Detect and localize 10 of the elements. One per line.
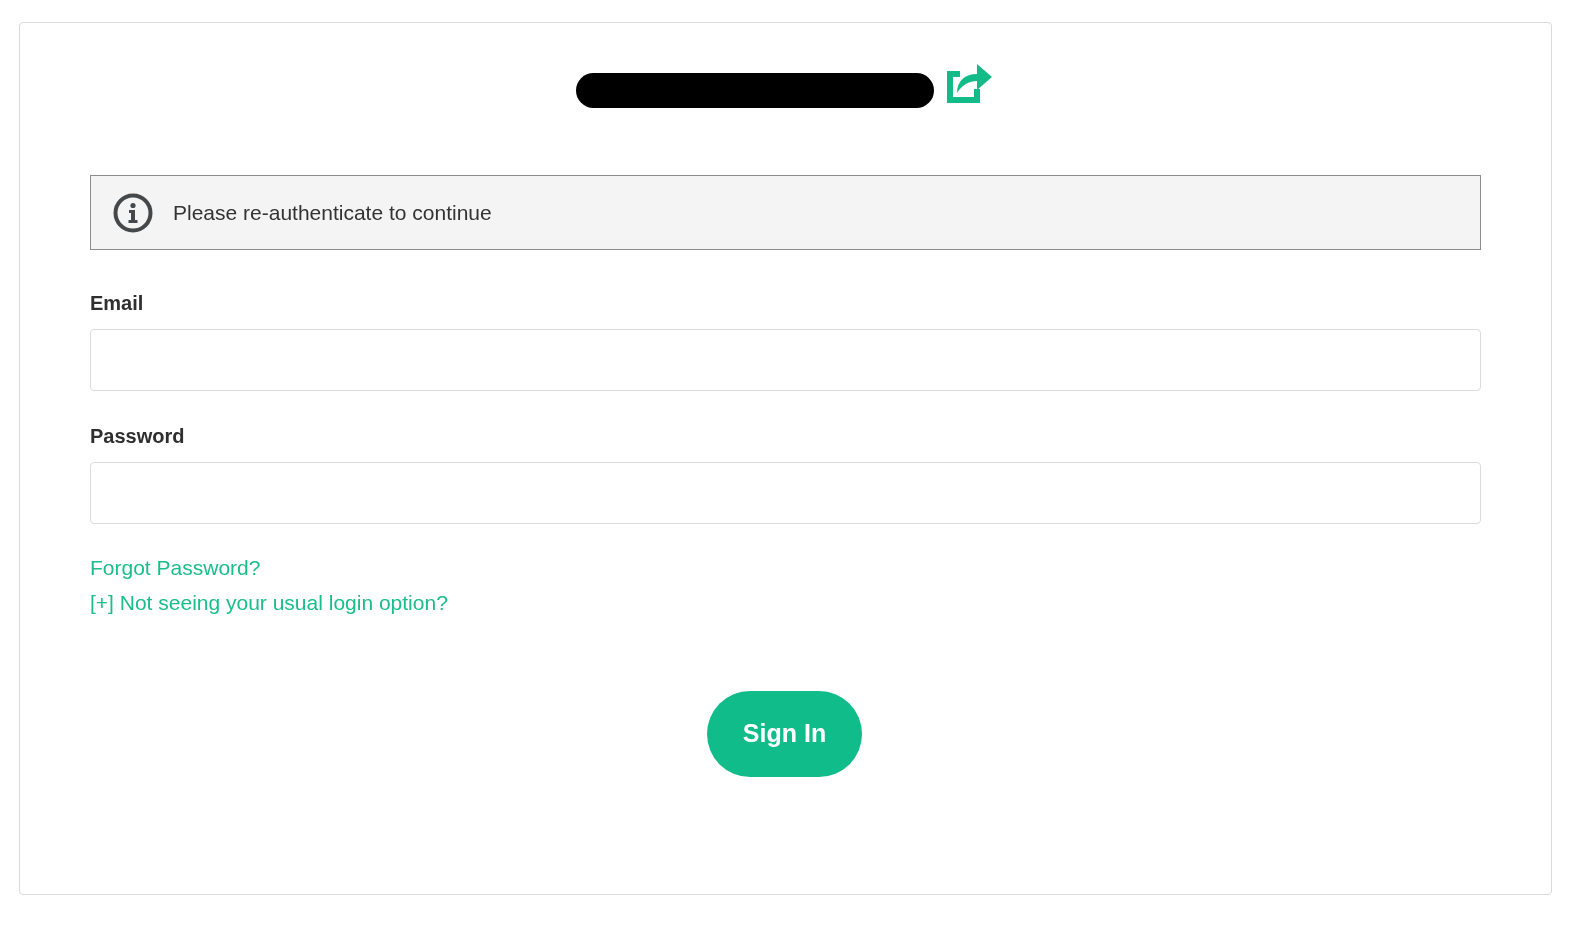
input-field[interactable] bbox=[90, 329, 1481, 391]
share-icon bbox=[946, 62, 992, 103]
sign-in-button[interactable]: Sign In bbox=[707, 691, 862, 777]
notice-text: Please re-authenticate to continue bbox=[173, 199, 492, 226]
field-label: Email bbox=[90, 291, 144, 315]
field-label: Password bbox=[90, 424, 185, 448]
text-link[interactable]: Forgot Password? bbox=[90, 556, 261, 580]
input-field[interactable] bbox=[90, 462, 1481, 524]
text-link[interactable]: [+] Not seeing your usual login option? bbox=[90, 591, 448, 615]
info-icon bbox=[113, 192, 153, 233]
